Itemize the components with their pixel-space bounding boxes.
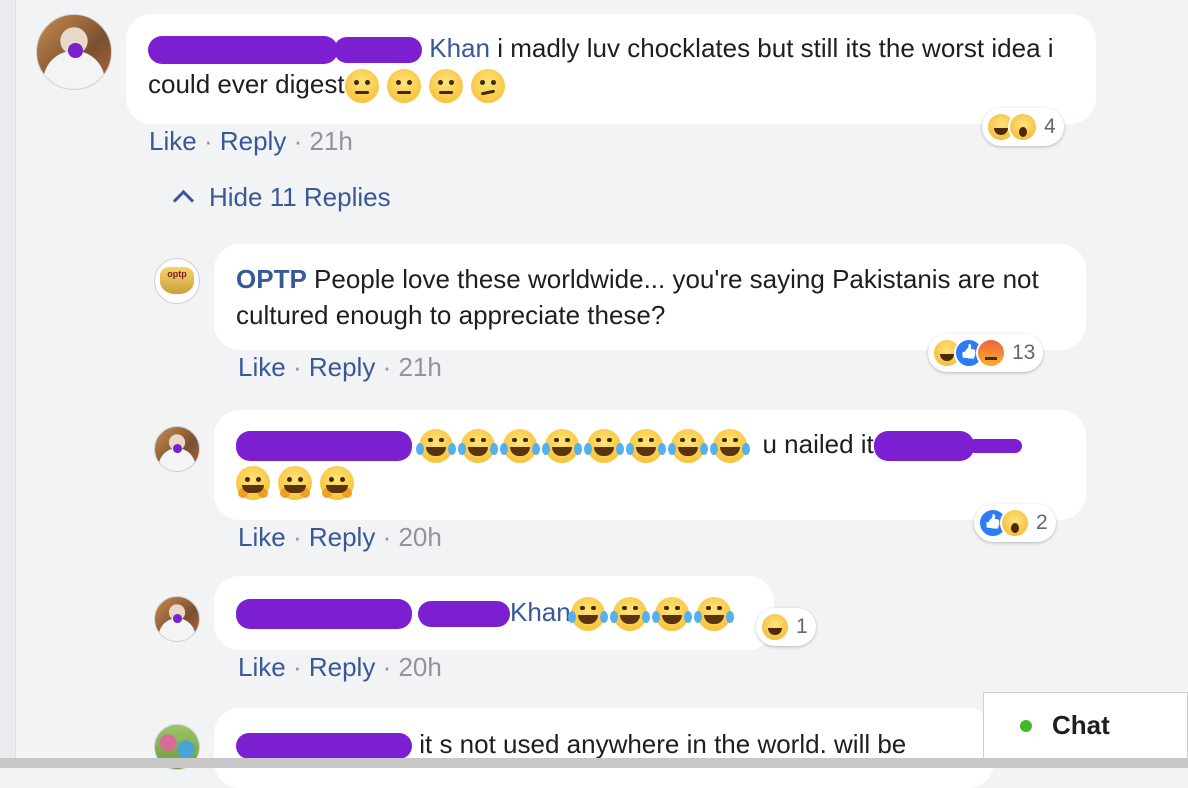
- emoji-group: [567, 597, 739, 632]
- tears-of-joy-icon: [500, 429, 541, 464]
- commenter-name[interactable]: Khan: [429, 33, 490, 63]
- horizontal-scrollbar[interactable]: [0, 758, 1188, 768]
- haha-icon: [760, 612, 790, 642]
- tears-of-joy-icon: [609, 597, 650, 632]
- reaction-count: 2: [1036, 511, 1048, 534]
- redacted-name: [236, 599, 412, 630]
- comment-timestamp[interactable]: 20h: [398, 652, 441, 682]
- reply-bubble: u nailed it: [214, 410, 1086, 520]
- hide-replies-link[interactable]: Hide 11 Replies: [172, 182, 391, 213]
- neutral-face-icon: [386, 69, 421, 104]
- hide-replies-label: Hide 11 Replies: [209, 182, 391, 212]
- reply-bubble: it s not used anywhere in the world. wil…: [214, 708, 994, 788]
- commenter-avatar[interactable]: [154, 426, 200, 472]
- chat-tab[interactable]: Chat: [983, 692, 1188, 758]
- comment-text: People love these worldwide... you're sa…: [236, 264, 1039, 330]
- tears-of-joy-icon: [651, 597, 692, 632]
- reaction-summary[interactable]: 1: [756, 608, 816, 646]
- reply-button[interactable]: Reply: [220, 126, 286, 156]
- comment-actions: Like · Reply · 20h: [238, 522, 442, 552]
- neutral-face-icon: [428, 69, 463, 104]
- tears-of-joy-icon: [710, 429, 751, 464]
- comment-timestamp[interactable]: 21h: [398, 352, 441, 382]
- redacted-name: [236, 733, 412, 760]
- commenter-avatar[interactable]: [154, 596, 200, 642]
- reply-button[interactable]: Reply: [309, 352, 375, 382]
- hugging-face-icon: [236, 466, 270, 501]
- reply-bubble: Khan: [214, 576, 774, 650]
- reply-button[interactable]: Reply: [309, 522, 375, 552]
- tears-of-joy-icon: [693, 597, 734, 632]
- angry-icon: [976, 338, 1006, 368]
- comment-bubble: Khan i madly luv chocklates but still it…: [126, 14, 1096, 124]
- neutral-face-icon: [344, 69, 379, 104]
- reply-button[interactable]: Reply: [309, 652, 375, 682]
- confused-face-icon: [470, 69, 505, 104]
- redacted-name: [236, 431, 412, 462]
- emoji-group: [344, 69, 513, 104]
- like-button[interactable]: Like: [238, 352, 286, 382]
- redacted-name: [967, 439, 1022, 454]
- tears-of-joy-icon: [416, 429, 457, 464]
- reaction-summary[interactable]: 4: [982, 108, 1064, 146]
- tears-of-joy-icon: [567, 597, 608, 632]
- tears-of-joy-icon: [584, 429, 625, 464]
- tears-of-joy-icon: [458, 429, 499, 464]
- comment-text: it s not used anywhere in the world. wil…: [419, 729, 907, 759]
- chat-label: Chat: [1052, 710, 1110, 740]
- comment-actions: Like · Reply · 21h: [238, 352, 442, 382]
- emoji-group: [236, 466, 362, 501]
- page-left-gutter: [0, 0, 16, 768]
- redacted-name: [148, 36, 338, 65]
- reaction-summary[interactable]: 13: [928, 334, 1044, 372]
- hugging-face-icon: [320, 466, 354, 501]
- wow-icon: [1000, 508, 1030, 538]
- commenter-avatar[interactable]: [36, 14, 112, 90]
- online-status-icon: [1020, 719, 1032, 732]
- commenter-name[interactable]: OPTP: [236, 264, 307, 294]
- like-button[interactable]: Like: [238, 652, 286, 682]
- comment-actions: Like · Reply · 21h: [149, 126, 353, 156]
- reaction-count: 1: [796, 615, 808, 638]
- reaction-summary[interactable]: 2: [974, 504, 1056, 542]
- redacted-name: [418, 601, 510, 628]
- wow-icon: [1008, 112, 1038, 142]
- tears-of-joy-icon: [542, 429, 583, 464]
- comment-text: u nailed it: [762, 429, 874, 459]
- commenter-name[interactable]: Khan: [510, 597, 571, 627]
- optp-avatar[interactable]: optp: [154, 258, 200, 304]
- redacted-name: [873, 431, 974, 462]
- comment-timestamp[interactable]: 20h: [398, 522, 441, 552]
- tears-of-joy-icon: [668, 429, 709, 464]
- reaction-count: 4: [1044, 115, 1056, 138]
- emoji-group: [416, 429, 762, 464]
- hugging-face-icon: [278, 466, 312, 501]
- tears-of-joy-icon: [626, 429, 667, 464]
- redacted-name: [334, 37, 422, 64]
- like-button[interactable]: Like: [238, 522, 286, 552]
- reaction-count: 13: [1012, 341, 1036, 364]
- chevron-up-icon: [172, 189, 195, 212]
- like-button[interactable]: Like: [149, 126, 197, 156]
- comment-timestamp[interactable]: 21h: [309, 126, 352, 156]
- comment-actions: Like · Reply · 20h: [238, 652, 442, 682]
